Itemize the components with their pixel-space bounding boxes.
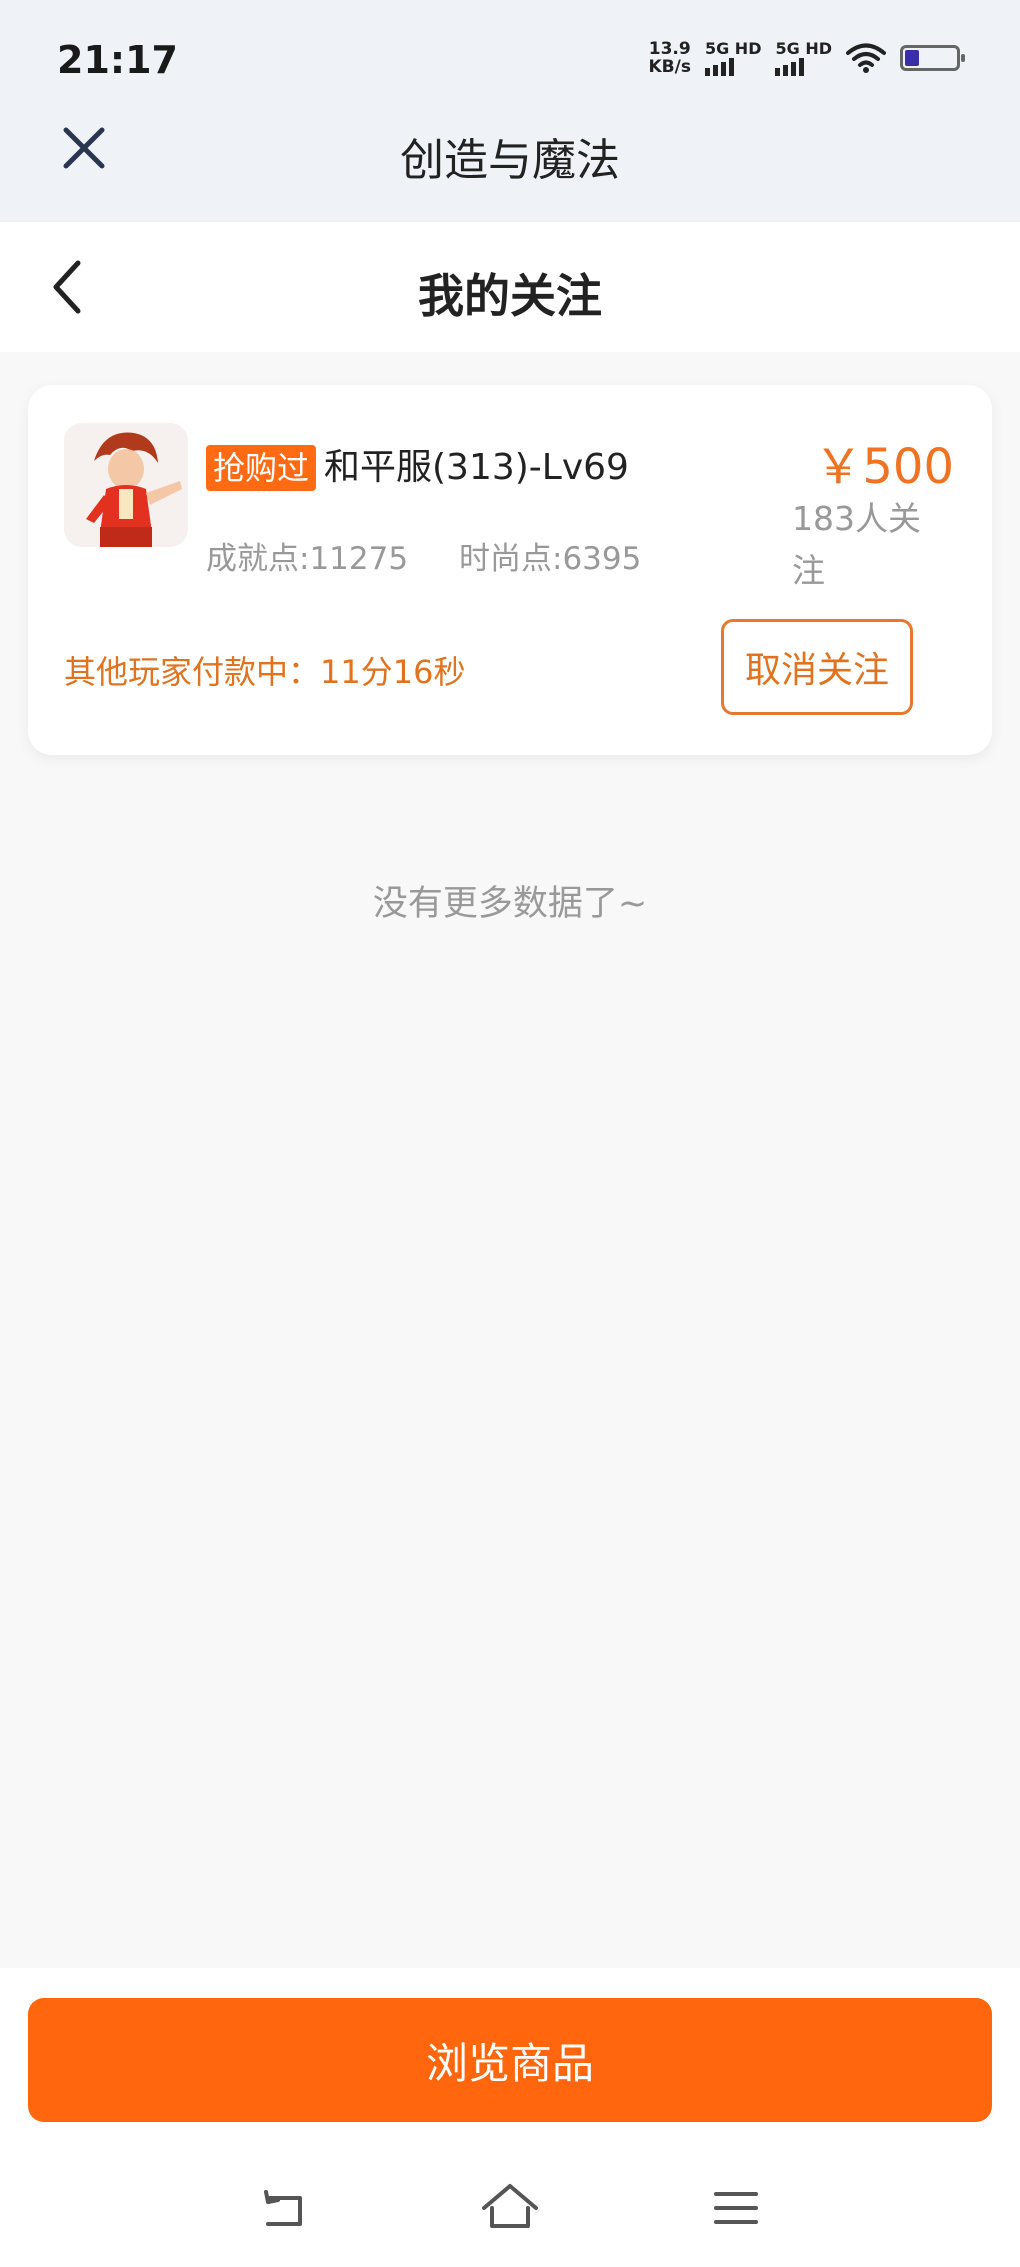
network-speed: 13.9 KB/s xyxy=(649,40,691,76)
battery-icon xyxy=(900,45,965,71)
browse-products-button[interactable]: 浏览商品 xyxy=(28,1998,992,2122)
wifi-icon xyxy=(846,43,886,73)
follower-count: 183人关注 xyxy=(792,499,921,590)
network-speed-unit: KB/s xyxy=(648,57,691,77)
sim1-signal-icon: 5G HD xyxy=(704,39,762,76)
page-title: 我的关注 xyxy=(418,269,602,323)
purchased-tag: 抢购过 xyxy=(206,445,317,491)
item-price: ￥500 xyxy=(814,439,954,495)
item-name: 和平服(313)-Lv69 xyxy=(324,447,629,488)
status-bar: 21:17 13.9 KB/s 5G HD 5G HD xyxy=(0,0,1020,110)
payment-countdown: 其他玩家付款中：11分16秒 xyxy=(64,653,466,691)
character-avatar-icon xyxy=(64,423,188,547)
nav-menu-icon[interactable] xyxy=(706,2178,766,2238)
status-indicators: 13.9 KB/s 5G HD 5G HD xyxy=(649,39,965,76)
network-speed-value: 13.9 xyxy=(648,39,691,59)
item-avatar xyxy=(64,423,188,547)
sim1-label: 5G HD xyxy=(704,39,762,58)
nav-home-icon[interactable] xyxy=(480,2178,540,2238)
page-header: 我的关注 xyxy=(0,222,1020,352)
list-end-text: 没有更多数据了~ xyxy=(372,884,648,924)
fashion-points: 时尚点:6395 xyxy=(459,541,642,577)
achievement-points: 成就点:11275 xyxy=(206,541,409,577)
bottom-area: 浏览商品 xyxy=(0,1968,1020,2267)
sim2-label: 5G HD xyxy=(775,39,832,58)
app-title: 创造与魔法 xyxy=(400,135,620,186)
status-time: 21:17 xyxy=(57,38,178,82)
unfollow-button[interactable]: 取消关注 xyxy=(721,619,913,715)
listing-card[interactable]: 抢购过 和平服(313)-Lv69 成就点:11275 时尚点:6395 ￥50… xyxy=(28,385,992,755)
app-header: 创造与魔法 xyxy=(0,110,1020,222)
nav-back-icon[interactable] xyxy=(254,2178,314,2238)
sim2-signal-icon: 5G HD xyxy=(775,40,832,76)
